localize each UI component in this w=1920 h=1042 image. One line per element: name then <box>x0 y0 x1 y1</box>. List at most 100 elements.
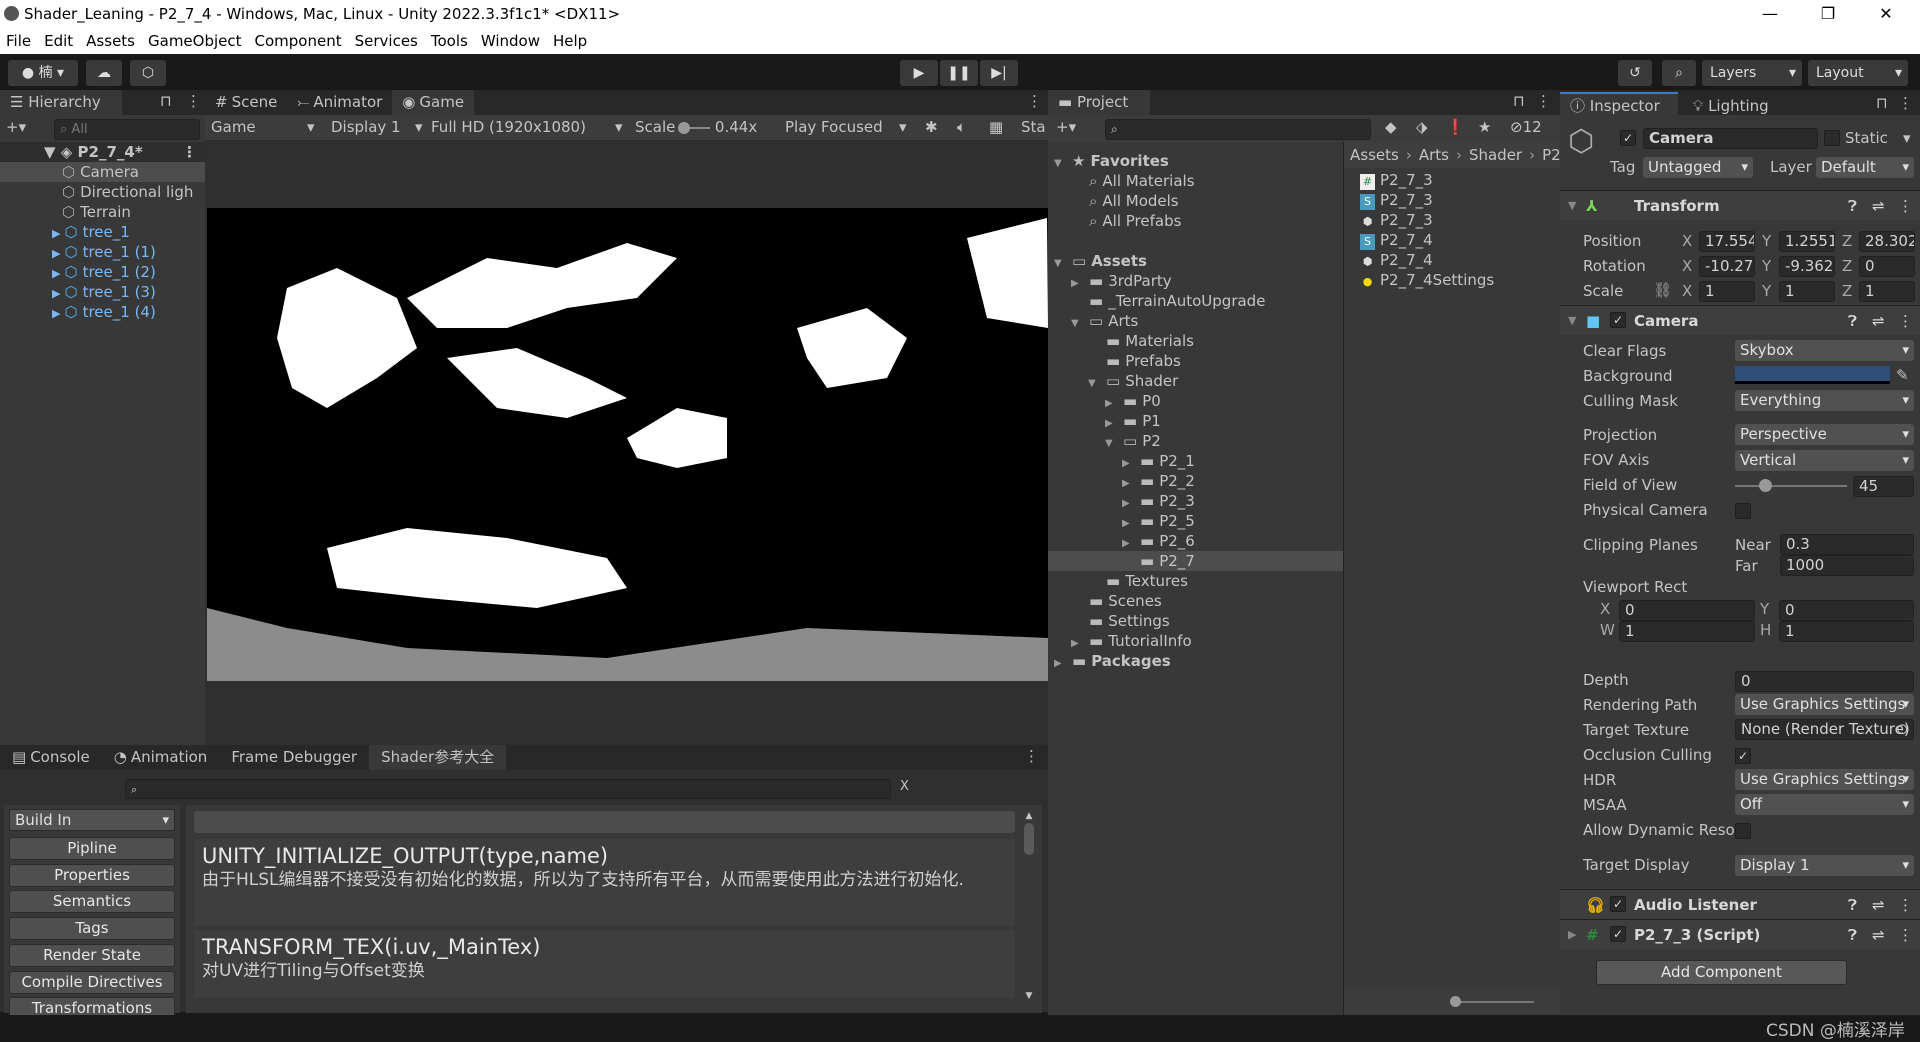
tab-2[interactable]: Frame Debugger <box>219 745 369 770</box>
project-tree-item[interactable]: ▬ Scenes <box>1048 591 1343 611</box>
projection-dropdown[interactable]: Perspective <box>1735 424 1914 445</box>
project-tree-item[interactable]: ▶ ▬ TutorialInfo <box>1048 631 1343 651</box>
project-tree-item[interactable]: ⌕ All Prefabs <box>1048 211 1343 231</box>
project-tree-item[interactable]: ▬ P2_7 <box>1048 551 1343 571</box>
far-clip-field[interactable]: 1000 <box>1780 555 1914 576</box>
project-tree-item[interactable]: ▶ ▬ P0 <box>1048 391 1343 411</box>
menu-file[interactable]: File <box>6 28 31 54</box>
project-file[interactable]: ● P2_7_4Settings <box>1360 270 1495 290</box>
static-checkbox[interactable] <box>1824 130 1840 146</box>
eyedropper-icon[interactable]: ✎ <box>1896 366 1909 384</box>
occlusion-culling-checkbox[interactable]: ✓ <box>1735 748 1751 764</box>
project-file[interactable]: ⬢ P2_7_3 <box>1360 210 1433 230</box>
pause-button[interactable]: ❚❚ <box>940 60 978 86</box>
hierarchy-item[interactable]: ▶ ⬡ tree_1 <box>0 222 205 242</box>
more-menu-icon[interactable]: ⋮ <box>1898 306 1913 336</box>
fov-field[interactable]: 45 <box>1853 476 1914 497</box>
project-tree-item[interactable]: ▶ ▬ P2_5 <box>1048 511 1343 531</box>
tab-project[interactable]: ▬ Project <box>1048 90 1150 115</box>
transform-header[interactable]: ▼ ⅄ Transform ❓︎ ⇌ ⋮ <box>1560 190 1920 220</box>
step-button[interactable]: ▶| <box>980 60 1018 86</box>
audio-listener-header[interactable]: 🎧︎ ✓ Audio Listener ❓︎ ⇌ ⋮ <box>1560 889 1920 919</box>
presets-icon[interactable]: ⇌ <box>1872 191 1885 221</box>
breadcrumb-item[interactable]: P2 <box>1542 146 1560 164</box>
project-file[interactable]: S P2_7_4 <box>1360 230 1433 250</box>
help-icon[interactable]: ❓︎ <box>1848 890 1857 920</box>
project-tree-item[interactable]: ⌕ All Models <box>1048 191 1343 211</box>
bug-icon[interactable]: ✱ <box>925 115 938 140</box>
history-icon[interactable]: ↺ <box>1618 60 1652 86</box>
more-menu-icon[interactable]: ⋮ <box>1024 747 1039 765</box>
project-file[interactable]: S P2_7_3 <box>1360 190 1433 210</box>
active-checkbox[interactable]: ✓ <box>1620 130 1636 146</box>
hidden-packages-toggle[interactable]: ⊘12 <box>1510 118 1542 136</box>
breadcrumb-item[interactable]: Shader <box>1469 146 1522 164</box>
position-y-field[interactable]: 1.2551 <box>1779 231 1835 252</box>
favorite-star-icon[interactable]: ★ <box>1478 118 1491 136</box>
hierarchy-item[interactable]: ⬡ Camera <box>0 162 205 182</box>
account-button[interactable]: ● 楠 ▾ <box>8 60 78 86</box>
tab-0[interactable]: ▤ Console <box>0 745 102 770</box>
background-color-swatch[interactable] <box>1735 366 1890 384</box>
menu-assets[interactable]: Assets <box>86 28 135 54</box>
search-icon[interactable]: ⌕ <box>1662 60 1696 86</box>
project-tree-item[interactable]: ▶ ▬ P2_1 <box>1048 451 1343 471</box>
project-tree-item[interactable]: ▼ ▭ Shader <box>1048 371 1343 391</box>
expand-arrow-icon[interactable]: ▶ <box>52 267 60 280</box>
fov-slider-thumb[interactable] <box>1759 479 1772 492</box>
hierarchy-item[interactable]: ⬡ Directional ligh <box>0 182 205 202</box>
add-component-button[interactable]: Add Component <box>1596 960 1847 985</box>
project-tree-item[interactable]: ▬ Settings <box>1048 611 1343 631</box>
rotation-x-field[interactable]: -10.27 <box>1699 256 1755 277</box>
create-button[interactable]: +▾ <box>6 118 26 136</box>
project-tree-item[interactable]: ▬ Textures <box>1048 571 1343 591</box>
game-mode-dropdown[interactable]: Game ▾ <box>211 115 321 140</box>
icon-size-slider[interactable] <box>1344 988 1560 1015</box>
foldout-arrow-icon[interactable]: ▼ <box>1568 306 1576 336</box>
gizmos-grid-icon[interactable]: ▦ <box>989 115 1003 140</box>
warning-filter-icon[interactable]: ❗ <box>1446 118 1465 136</box>
play-button[interactable]: ▶ <box>900 60 938 86</box>
rendering-path-dropdown[interactable]: Use Graphics Settings <box>1735 694 1914 715</box>
more-menu-icon[interactable]: ⋮ <box>1898 94 1913 112</box>
breadcrumb-item[interactable]: Assets <box>1350 146 1399 164</box>
hierarchy-item[interactable]: ▶ ⬡ tree_1 (2) <box>0 262 205 282</box>
menu-gameobject[interactable]: GameObject <box>148 28 242 54</box>
target-texture-field[interactable]: None (Render Texture) <box>1735 719 1914 740</box>
scale-z-field[interactable]: 1 <box>1859 281 1915 302</box>
project-tree-item[interactable]: ▶ ▬ 3rdParty <box>1048 271 1343 291</box>
minimize-button[interactable]: — <box>1742 0 1798 28</box>
category-button[interactable]: Tags <box>9 917 175 941</box>
menu-window[interactable]: Window <box>481 28 540 54</box>
viewport-w-field[interactable]: 1 <box>1619 621 1755 642</box>
pipeline-dropdown[interactable]: Build In <box>9 809 175 831</box>
viewport-y-field[interactable]: 0 <box>1779 600 1914 621</box>
enabled-checkbox[interactable]: ✓ <box>1610 896 1626 912</box>
rotation-y-field[interactable]: -9.362 <box>1779 256 1835 277</box>
msaa-dropdown[interactable]: Off <box>1735 794 1914 815</box>
hierarchy-item[interactable]: ▶ ⬡ tree_1 (4) <box>0 302 205 322</box>
clear-flags-dropdown[interactable]: Skybox <box>1735 340 1914 361</box>
shader-entry[interactable]: TRANSFORM_TEX(i.uv,_MainTex) 对UV进行Tiling与… <box>194 930 1015 998</box>
project-tree-item[interactable]: ▬ Prefabs <box>1048 351 1343 371</box>
project-tree-item[interactable]: ▶ ▬ P2_6 <box>1048 531 1343 551</box>
enabled-checkbox[interactable]: ✓ <box>1610 926 1626 942</box>
scene-row[interactable]: ▼ ◈ P2_7_4* ⋮ <box>0 142 205 162</box>
maximize-button[interactable]: ❐ <box>1800 0 1856 28</box>
create-button[interactable]: +▾ <box>1056 118 1076 136</box>
viewport-h-field[interactable]: 1 <box>1779 621 1914 642</box>
expand-arrow-icon[interactable]: ▶ <box>1054 654 1068 674</box>
presets-icon[interactable]: ⇌ <box>1872 306 1885 336</box>
presets-icon[interactable]: ⇌ <box>1872 920 1885 950</box>
script-header[interactable]: ▶ # ✓ P2_7_3 (Script) ❓︎ ⇌ ⋮ <box>1560 919 1920 949</box>
more-menu-icon[interactable]: ⋮ <box>186 92 201 110</box>
more-menu-icon[interactable]: ⋮ <box>1898 890 1913 920</box>
help-icon[interactable]: ❓︎ <box>1848 920 1857 950</box>
object-picker-icon[interactable]: ⊙ <box>1896 720 1909 738</box>
project-tree-item[interactable]: ▬ Materials <box>1048 331 1343 351</box>
fov-axis-dropdown[interactable]: Vertical <box>1735 450 1914 471</box>
hierarchy-search-input[interactable]: ⌕ All <box>54 119 200 140</box>
tab-3[interactable]: Shader参考大全 <box>369 745 507 770</box>
project-tree-item[interactable]: ▬ _TerrainAutoUpgrade <box>1048 291 1343 311</box>
play-focused-dropdown[interactable]: Play Focused ▾ <box>785 115 915 140</box>
